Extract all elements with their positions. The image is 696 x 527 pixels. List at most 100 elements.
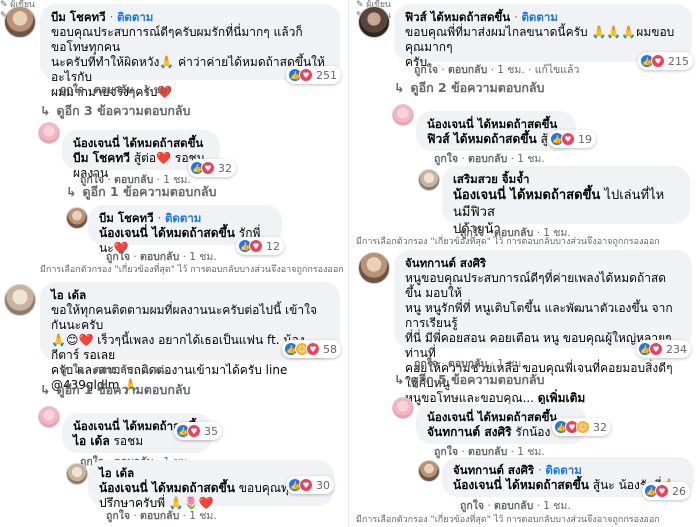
reply-time[interactable]: 1 ชม.: [189, 251, 216, 263]
replier-name[interactable]: จันทกานต์ สงศิริ: [453, 463, 534, 477]
mention-link[interactable]: น้องเจนนี่ ได้หมดถ้าสดขึ้น: [99, 481, 235, 495]
reaction-summary[interactable]: 👍 ♥ 32: [188, 159, 236, 177]
follow-link[interactable]: ติดตาม: [545, 463, 581, 477]
comment-actions: ถูกใจ · ตอบกลับ · 1 ชม.: [414, 358, 525, 370]
mention-link[interactable]: น้องเจนนี่ ได้หมดถ้าสดขึ้น: [453, 188, 600, 203]
filter-notice: มีการเลือกตัวกรอง "เกี่ยวข้องที่สุด" ไว้…: [40, 265, 344, 275]
replier-avatar[interactable]: [38, 406, 60, 428]
reaction-summary[interactable]: 👍 ☺ ♥ 58: [282, 340, 341, 358]
reaction-summary[interactable]: 👍 ♥ 26: [642, 482, 690, 500]
view-replies-link[interactable]: ↳ ดูอีก 3 ข้อความตอบกลับ: [40, 103, 191, 119]
reply-arrow-icon: ↳: [394, 372, 405, 387]
reply-arrow-icon: ↳: [66, 184, 77, 199]
reply-text: ปรึกษาครับพี่ 🙏🌷❤️: [99, 496, 214, 510]
mention-link[interactable]: บีม โชคทวี: [73, 151, 130, 165]
reply-header: จันทกานต์ สงศิริ · ติดตาม: [453, 463, 582, 477]
love-reaction-icon: ♥: [561, 132, 575, 146]
reply-actions: ถูกใจ · ตอบกลับ · 1 ชม.: [460, 500, 571, 512]
reaction-count: 30: [316, 478, 330, 492]
mention-link[interactable]: น้องเจนนี่ ได้หมดถ้าสดขึ้น: [453, 478, 589, 492]
view-replies-link[interactable]: ↳ ดูอีก 1 ข้อความตอบกลับ: [40, 382, 191, 398]
comment-time[interactable]: 1 ชม.: [497, 358, 524, 370]
commenter-name[interactable]: ไอ เด้ล: [51, 288, 329, 303]
replier-name[interactable]: เสริมสวย จิ้มจ้ำ: [453, 172, 679, 187]
comment-time[interactable]: 1 ชม.: [143, 364, 170, 376]
like-action[interactable]: ถูกใจ: [60, 84, 84, 96]
replier-avatar[interactable]: [66, 207, 88, 229]
comment-bubble: จันทกานต์ สงศิริ หนูขอบคุณประสบการณ์ดีๆท…: [394, 250, 692, 405]
like-action[interactable]: ถูกใจ: [414, 64, 438, 76]
reaction-summary[interactable]: 👍 ♥ 234: [636, 340, 691, 358]
reply-action[interactable]: ตอบกลับ: [448, 358, 487, 370]
view-replies-label: ดูอีก 1 ข้อความตอบกลับ: [56, 382, 191, 397]
comment-time[interactable]: 1 ชม.: [497, 64, 524, 76]
view-replies-link[interactable]: ↳ ดูอีก 2 ข้อความตอบกลับ: [394, 80, 545, 96]
reaction-summary[interactable]: 👍 ♥ 19: [548, 130, 596, 148]
reply-action[interactable]: ตอบกลับ: [448, 64, 487, 76]
commenter-avatar[interactable]: [358, 252, 390, 284]
reply-time[interactable]: 1 ชม.: [189, 510, 216, 522]
mention-link[interactable]: จันทกานต์ สงศิริ: [427, 425, 512, 439]
like-action[interactable]: ถูกใจ: [434, 153, 458, 165]
commenter-avatar[interactable]: [4, 284, 36, 316]
comment-text-line: หนูขอโทษและขอบคุณ...: [405, 391, 534, 405]
mention-link[interactable]: น้องเจนนี่ ได้หมดถ้าสดขึ้น: [99, 226, 235, 240]
view-replies-link[interactable]: ↳ ดูอีก 1 ข้อความตอบกลับ: [66, 184, 217, 200]
reply-action[interactable]: ตอบกลับ: [94, 364, 133, 376]
like-action[interactable]: ถูกใจ: [106, 251, 130, 263]
replier-avatar[interactable]: [392, 104, 414, 126]
replier-avatar[interactable]: [66, 463, 88, 485]
commenter-name[interactable]: ฟิวส์ ได้หมดถ้าสดขึ้น: [405, 10, 510, 24]
follow-link[interactable]: ติดตาม: [165, 211, 201, 225]
replier-name[interactable]: บีม โชคทวี: [99, 211, 154, 225]
reply-action[interactable]: ตอบกลับ: [140, 510, 179, 522]
commenter-avatar[interactable]: [358, 6, 390, 38]
replier-name[interactable]: น้องเจนนี่ ได้หมดถ้าสดขึ้น: [73, 136, 209, 151]
reaction-summary[interactable]: 👍 ♥ ☺ 32: [552, 418, 611, 436]
like-action[interactable]: ถูกใจ: [60, 364, 84, 376]
view-replies-link[interactable]: ↳ ดูอีก 5 ข้อความตอบกลับ: [394, 372, 545, 388]
follow-link[interactable]: ติดตาม: [117, 10, 153, 24]
comment-actions: ถูกใจ · ตอบกลับ · 1 ชม.: [60, 84, 171, 96]
love-reaction-icon: ♥: [249, 239, 263, 253]
commenter-name[interactable]: บีม โชคทวี: [51, 10, 106, 24]
comment-text-line: ขอบคุณประสบการณ์ดีๆครับผมรักที่นี่มากๆ แ…: [51, 25, 303, 54]
commenter-name[interactable]: จันทกานต์ สงศิริ: [405, 256, 681, 271]
replier-avatar[interactable]: [392, 397, 414, 419]
comment-text-line: หนูขอบคุณประสบการณ์ดีๆที่ค่ายเพลงได้หมดถ…: [405, 271, 667, 300]
replier-name[interactable]: น้องเจนนี่ ได้หมดถ้าสดขึ้น: [427, 117, 565, 132]
commenter-avatar[interactable]: [4, 6, 36, 38]
like-action[interactable]: ถูกใจ: [460, 500, 484, 512]
reply-action[interactable]: ตอบกลับ: [140, 251, 179, 263]
reaction-summary[interactable]: 👍 ♥ 30: [286, 476, 334, 494]
like-action[interactable]: ถูกใจ: [106, 510, 130, 522]
comment-time[interactable]: 1 ชม.: [143, 84, 170, 96]
replier-avatar[interactable]: [418, 460, 440, 482]
view-replies-label: ดูอีก 1 ข้อความตอบกลับ: [82, 184, 217, 199]
reaction-count: 215: [668, 54, 689, 68]
reaction-summary[interactable]: 👍 ♥ 251: [286, 66, 341, 84]
like-action[interactable]: ถูกใจ: [414, 358, 438, 370]
comment-actions: ถูกใจ · ตอบกลับ · 1 ชม. · แก้ไขแล้ว: [414, 64, 580, 76]
mention-link[interactable]: ไอ เด้ล: [73, 434, 110, 448]
mention-link[interactable]: ฟิวส์ ได้หมดถ้าสดขึ้น: [427, 132, 537, 146]
love-reaction-icon: ♥: [201, 161, 215, 175]
reaction-summary[interactable]: 👍 ♥ 12: [236, 237, 284, 255]
reply-action[interactable]: ตอบกลับ: [94, 84, 133, 96]
reply-action[interactable]: ตอบกลับ: [494, 500, 533, 512]
reaction-summary[interactable]: 👍 ♥ 35: [174, 422, 222, 440]
reply-action[interactable]: ตอบกลับ: [468, 153, 507, 165]
right-comment-column: ฟิวส์ ได้หมดถ้าสดขึ้น · ติดตาม ขอบคุณพี่…: [356, 0, 696, 527]
see-more-link[interactable]: ดูเพิ่มเติม: [538, 391, 586, 405]
replier-avatar[interactable]: [38, 122, 60, 144]
replier-avatar[interactable]: [418, 169, 440, 191]
follow-link[interactable]: ติดตาม: [521, 10, 557, 24]
reply-time[interactable]: 1 ชม.: [543, 500, 570, 512]
comment-header: บีม โชคทวี · ติดตาม: [51, 10, 154, 24]
view-replies-label: ดูอีก 5 ข้อความตอบกลับ: [410, 372, 545, 387]
reaction-count: 26: [672, 484, 686, 498]
like-action[interactable]: ถูกใจ: [434, 446, 458, 458]
reply-time[interactable]: 1 ชม.: [517, 153, 544, 165]
pen-icon: ✎: [356, 0, 364, 10]
reaction-summary[interactable]: 👍 ♥ 215: [638, 52, 693, 70]
